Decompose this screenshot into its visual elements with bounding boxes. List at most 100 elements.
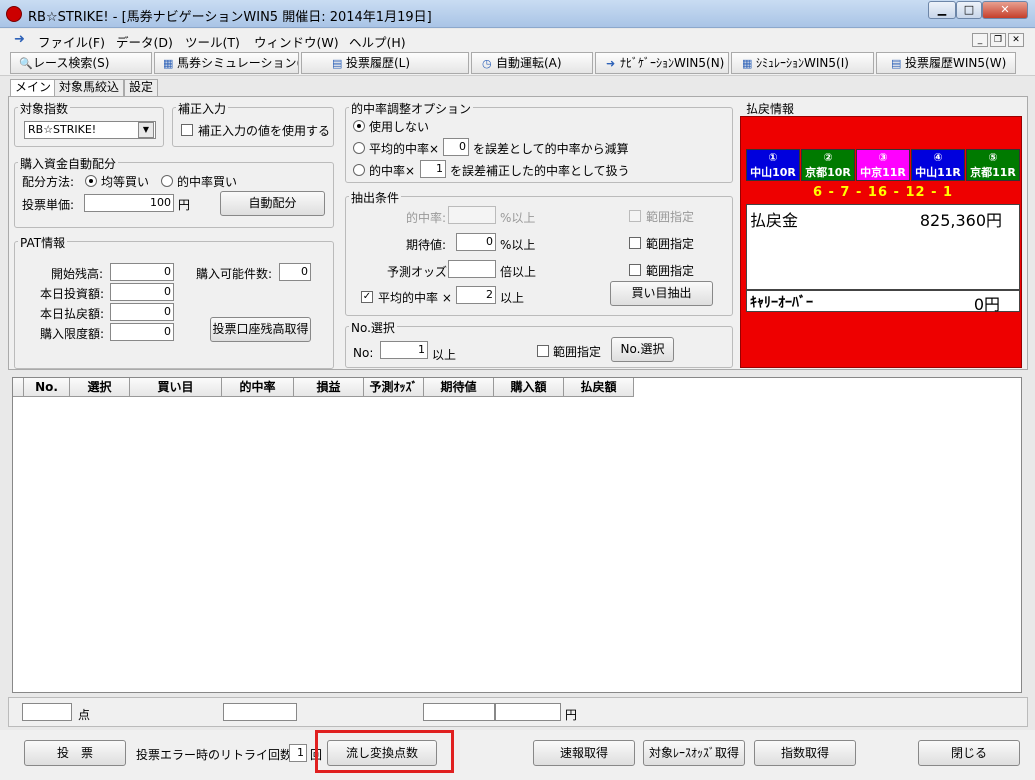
payout-label: 払戻金 xyxy=(750,211,799,230)
target-index-title: 対象指数 xyxy=(18,100,71,117)
hit-option-avg-suffix: を誤差として的中率から減算 xyxy=(473,142,629,156)
method-equal-radio[interactable] xyxy=(85,175,97,187)
navigation-win5-button[interactable]: ➜ ﾅﾋﾞｹﾞｰｼｮﾝWIN5(N) xyxy=(595,52,729,74)
hit-option-none-label: 使用しない xyxy=(369,120,430,134)
column-header[interactable]: 払戻額 xyxy=(564,378,634,397)
purchase-limit-label: 購入限度額: xyxy=(40,327,105,341)
no-input[interactable]: 1 xyxy=(380,341,428,359)
mdi-close-icon[interactable]: ✕ xyxy=(1008,33,1024,47)
race-search-button[interactable]: 🔍レース検索(S) xyxy=(10,52,152,74)
close-button[interactable]: 閉じる xyxy=(918,740,1020,766)
method-label: 配分方法: xyxy=(22,175,75,189)
hit-option-avg-input[interactable]: 0 xyxy=(443,138,469,156)
clock-icon: ◷ xyxy=(482,57,492,70)
table-icon: ▦ xyxy=(742,57,753,70)
purchasable-count-label: 購入可能件数: xyxy=(196,267,273,281)
hit-option-rate-suffix: を誤差補正した的中率として扱う xyxy=(450,164,630,178)
table-icon: ▦ xyxy=(163,57,174,70)
hit-option-rate-radio[interactable] xyxy=(353,164,365,176)
betting-simulation-button[interactable]: ▦馬券シミュレーション(B) xyxy=(154,52,299,74)
avg-hit-rate-label: 平均的中率 × xyxy=(378,291,452,305)
unit-price-input[interactable]: 100 xyxy=(84,194,174,212)
predicted-odds-range-checkbox[interactable] xyxy=(629,264,641,276)
chevron-down-icon[interactable]: ▼ xyxy=(138,122,154,138)
mdi-minimize-icon[interactable]: _ xyxy=(972,33,988,47)
target-index-select[interactable]: RB☆STRIKE! xyxy=(24,121,156,139)
expected-value-range-label: 範囲指定 xyxy=(646,237,695,251)
race-cell-3: ③ 中京11R xyxy=(856,149,910,181)
document-icon: ▤ xyxy=(891,57,902,70)
carry-over-value: 0円 xyxy=(973,295,1000,314)
close-window-button[interactable]: ✕ xyxy=(982,1,1028,19)
hit-option-avg-radio[interactable] xyxy=(353,142,365,154)
predicted-odds-input[interactable] xyxy=(448,260,496,278)
expected-value-input[interactable]: 0 xyxy=(456,233,496,251)
column-header[interactable]: 予測ｵｯｽﾞ xyxy=(364,378,424,397)
column-header[interactable]: No. xyxy=(24,378,70,397)
predicted-odds-suffix: 倍以上 xyxy=(500,265,537,279)
start-balance-label: 開始残高: xyxy=(51,267,104,281)
hit-rate-range-label: 範囲指定 xyxy=(646,210,695,224)
carry-over-label: ｷｬﾘｰｵｰﾊﾞｰ xyxy=(750,295,813,311)
auto-allocate-button[interactable]: 自動配分 xyxy=(220,191,325,216)
auto-run-button[interactable]: ◷ 自動運転(A) xyxy=(471,52,593,74)
correction-title: 補正入力 xyxy=(176,100,229,117)
tab-target-horse-filter[interactable]: 対象馬絞込 xyxy=(54,79,125,96)
mdi-restore-icon[interactable]: ❐ xyxy=(990,33,1006,47)
retry-count-input[interactable]: 1 xyxy=(289,744,307,762)
tab-settings[interactable]: 設定 xyxy=(124,79,159,96)
menu-help[interactable]: ヘルプ(H) xyxy=(349,32,406,51)
points-suffix: 点 xyxy=(78,708,91,722)
points-total xyxy=(22,703,72,721)
minimize-button[interactable]: ▁ xyxy=(928,1,956,19)
tab-main[interactable]: メイン xyxy=(10,79,57,97)
vote-button[interactable]: 投 票 xyxy=(24,740,126,766)
navigation-arrow-icon: ➜ xyxy=(14,32,25,47)
avg-hit-rate-input[interactable]: 2 xyxy=(456,286,496,304)
vote-history-button[interactable]: ▤ 投票履歴(L) xyxy=(301,52,469,74)
extract-bets-button[interactable]: 買い目抽出 xyxy=(610,281,713,306)
fetch-account-balance-button[interactable]: 投票口座残高取得 xyxy=(210,317,311,342)
odds-fetch-button[interactable]: 速報取得 xyxy=(533,740,635,766)
search-icon: 🔍 xyxy=(19,57,33,70)
extract-conditions-title: 抽出条件 xyxy=(349,189,402,206)
no-select-button[interactable]: No.選択 xyxy=(611,337,674,362)
purchase-limit-value: 0 xyxy=(110,323,174,341)
avg-hit-rate-checkbox[interactable]: ✓ xyxy=(361,291,373,303)
menu-window[interactable]: ウィンドウ(W) xyxy=(254,32,339,51)
highlight-box xyxy=(315,730,454,773)
hit-rate-input xyxy=(448,206,496,224)
predicted-odds-range-label: 範囲指定 xyxy=(646,264,695,278)
column-header[interactable]: 買い目 xyxy=(130,378,222,397)
column-header[interactable]: 損益 xyxy=(294,378,364,397)
window-title: RB☆STRIKE! - [馬券ナビゲーションWIN5 開催日: 2014年1月… xyxy=(28,10,432,25)
vote-history-win5-button[interactable]: ▤ 投票履歴WIN5(W) xyxy=(876,52,1016,74)
expected-value-suffix: %以上 xyxy=(500,238,536,252)
menu-file[interactable]: ファイル(F) xyxy=(38,32,105,51)
yen-suffix: 円 xyxy=(565,708,578,722)
no-range-checkbox[interactable] xyxy=(537,345,549,357)
column-header[interactable]: 期待値 xyxy=(424,378,494,397)
result-numbers: 6 - 7 - 16 - 12 - 1 xyxy=(812,185,954,200)
hit-option-rate-prefix: 的中率× xyxy=(369,164,416,178)
app-icon xyxy=(6,6,22,22)
hit-option-rate-input[interactable]: 1 xyxy=(420,160,446,178)
correction-checkbox[interactable] xyxy=(181,124,193,136)
expected-value-range-checkbox[interactable] xyxy=(629,237,641,249)
column-header[interactable]: 選択 xyxy=(70,378,130,397)
index-fetch-button[interactable]: 指数取得 xyxy=(754,740,856,766)
hit-option-none-radio[interactable] xyxy=(353,120,365,132)
bets-grid[interactable] xyxy=(12,377,1022,693)
column-header[interactable]: 購入額 xyxy=(494,378,564,397)
maximize-button[interactable]: □ xyxy=(956,1,982,19)
menu-data[interactable]: データ(D) xyxy=(116,32,173,51)
grid-row-header xyxy=(13,378,24,397)
simulation-win5-button[interactable]: ▦ ｼﾐｭﾚｰｼｮﾝWIN5(I) xyxy=(731,52,874,74)
method-hit-radio[interactable] xyxy=(161,175,173,187)
summary-field xyxy=(223,703,297,721)
pat-info-title: PAT情報 xyxy=(18,234,68,251)
column-header[interactable]: 的中率 xyxy=(222,378,294,397)
target-race-odds-button[interactable]: 対象ﾚｰｽｵｯｽﾞ取得 xyxy=(643,740,745,766)
auto-fund-title: 購入資金自動配分 xyxy=(18,155,119,172)
menu-tools[interactable]: ツール(T) xyxy=(185,32,240,51)
